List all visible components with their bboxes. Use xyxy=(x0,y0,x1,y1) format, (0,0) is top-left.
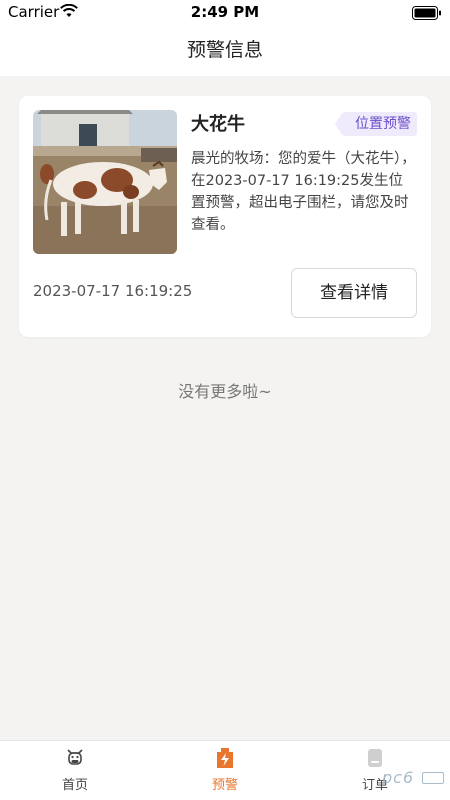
watermark-logo: pc6 xyxy=(378,766,444,790)
status-time: 2:49 PM xyxy=(190,3,260,21)
view-details-button[interactable]: 查看详情 xyxy=(291,268,417,318)
status-bar: Carrier 2:49 PM xyxy=(0,0,450,26)
tab-home[interactable]: 首页 xyxy=(0,741,150,800)
list-end-message: 没有更多啦~ xyxy=(178,382,272,401)
alert-timestamp: 2023-07-17 16:19:25 xyxy=(33,282,193,300)
tab-label: 预警 xyxy=(211,778,238,793)
cow-name: 大花牛 xyxy=(191,114,245,135)
page-title: 预警信息 xyxy=(186,39,263,61)
alert-description: 晨光的牧场：您的爱牛（大花牛），在2023-07-17 16:19:25发生位置… xyxy=(191,151,416,233)
watermark-box xyxy=(422,772,444,784)
cow-photo xyxy=(33,110,177,254)
alert-bolt-icon xyxy=(217,748,233,768)
battery-icon xyxy=(412,6,441,20)
cow-head-icon xyxy=(67,749,83,765)
alert-card[interactable]: 大花牛 位置预警 晨光的牧场：您的爱牛（大花牛），在2023-07-17 16:… xyxy=(19,96,431,337)
nav-bar: 预警信息 xyxy=(0,26,450,76)
watermark-text: pc6 xyxy=(382,768,415,787)
alert-type-badge: 位置预警 xyxy=(335,112,417,136)
alert-list[interactable]: 大花牛 位置预警 晨光的牧场：您的爱牛（大花牛），在2023-07-17 16:… xyxy=(0,76,450,740)
tab-alert[interactable]: 预警 xyxy=(150,741,300,800)
tab-label: 首页 xyxy=(61,778,88,793)
